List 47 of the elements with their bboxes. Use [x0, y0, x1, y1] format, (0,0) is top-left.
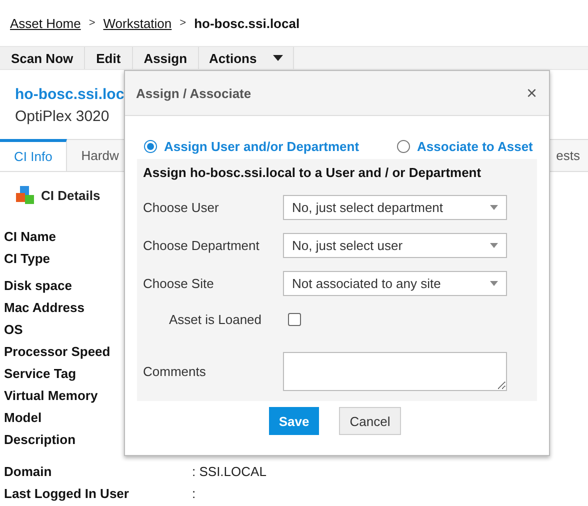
field-label: Choose User: [143, 200, 220, 214]
field-label: Choose Site: [143, 276, 215, 290]
field-value: :: [192, 486, 197, 500]
radio-label[interactable]: Associate to Asset: [417, 138, 533, 154]
radio-button[interactable]: [144, 140, 157, 152]
field-label: CI Name: [4, 228, 56, 244]
dropdown-field[interactable]: Not associated to any site: [283, 270, 507, 296]
field-label: Service Tag: [4, 366, 76, 380]
breadcrumb-link[interactable]: Asset Home: [10, 16, 81, 30]
breadcrumb-current: ho-bosc.ssi.local: [194, 16, 300, 30]
caret-icon: [490, 204, 498, 210]
caret-icon: [272, 55, 283, 61]
radio-button[interactable]: [397, 140, 410, 152]
comments-field[interactable]: [283, 352, 507, 391]
field-label: Disk space: [4, 278, 72, 292]
field-label: CI Type: [4, 250, 50, 266]
cubes-icon: [15, 185, 35, 205]
field-label: Model: [4, 410, 42, 424]
field-label: Comments: [143, 364, 207, 379]
field-label: Virtual Memory: [4, 388, 98, 402]
dropdown-field[interactable]: No, just select department: [283, 194, 507, 220]
field-label: OS: [4, 322, 23, 336]
field-label: Processor Speed: [4, 344, 110, 358]
save-button[interactable]: Save: [269, 407, 319, 435]
dialog-title: Assign / Associate: [136, 86, 252, 100]
field-label: Asset is Loaned: [168, 312, 263, 326]
checkbox[interactable]: [288, 312, 301, 326]
field-label: Choose Department: [143, 238, 260, 252]
breadcrumb-separator: >: [88, 17, 96, 29]
field-label: Last Logged In User: [4, 486, 129, 500]
field-value: : SSI.LOCAL: [192, 464, 268, 478]
breadcrumb-link[interactable]: Workstation: [103, 16, 172, 30]
asset-model: OptiPlex 3020: [15, 108, 110, 125]
field-label: Description: [4, 432, 76, 446]
section-title: CI Details: [41, 188, 100, 202]
radio-label[interactable]: Assign User and/or Department: [164, 138, 360, 154]
dropdown-field[interactable]: No, just select user: [283, 232, 507, 258]
asset-name: ho-bosc.ssi.loc: [15, 86, 124, 103]
caret-icon: [490, 242, 498, 248]
field-label: Mac Address: [4, 300, 84, 314]
field-label: Domain: [4, 464, 52, 478]
form-heading: Assign ho-bosc.ssi.local to a User and / or Department: [143, 165, 482, 180]
close-button[interactable]: ×: [526, 82, 537, 104]
tab[interactable]: CI Info: [0, 139, 68, 171]
cancel-button[interactable]: Cancel: [339, 407, 401, 435]
breadcrumb-separator: >: [180, 17, 186, 29]
caret-icon: [490, 280, 498, 286]
